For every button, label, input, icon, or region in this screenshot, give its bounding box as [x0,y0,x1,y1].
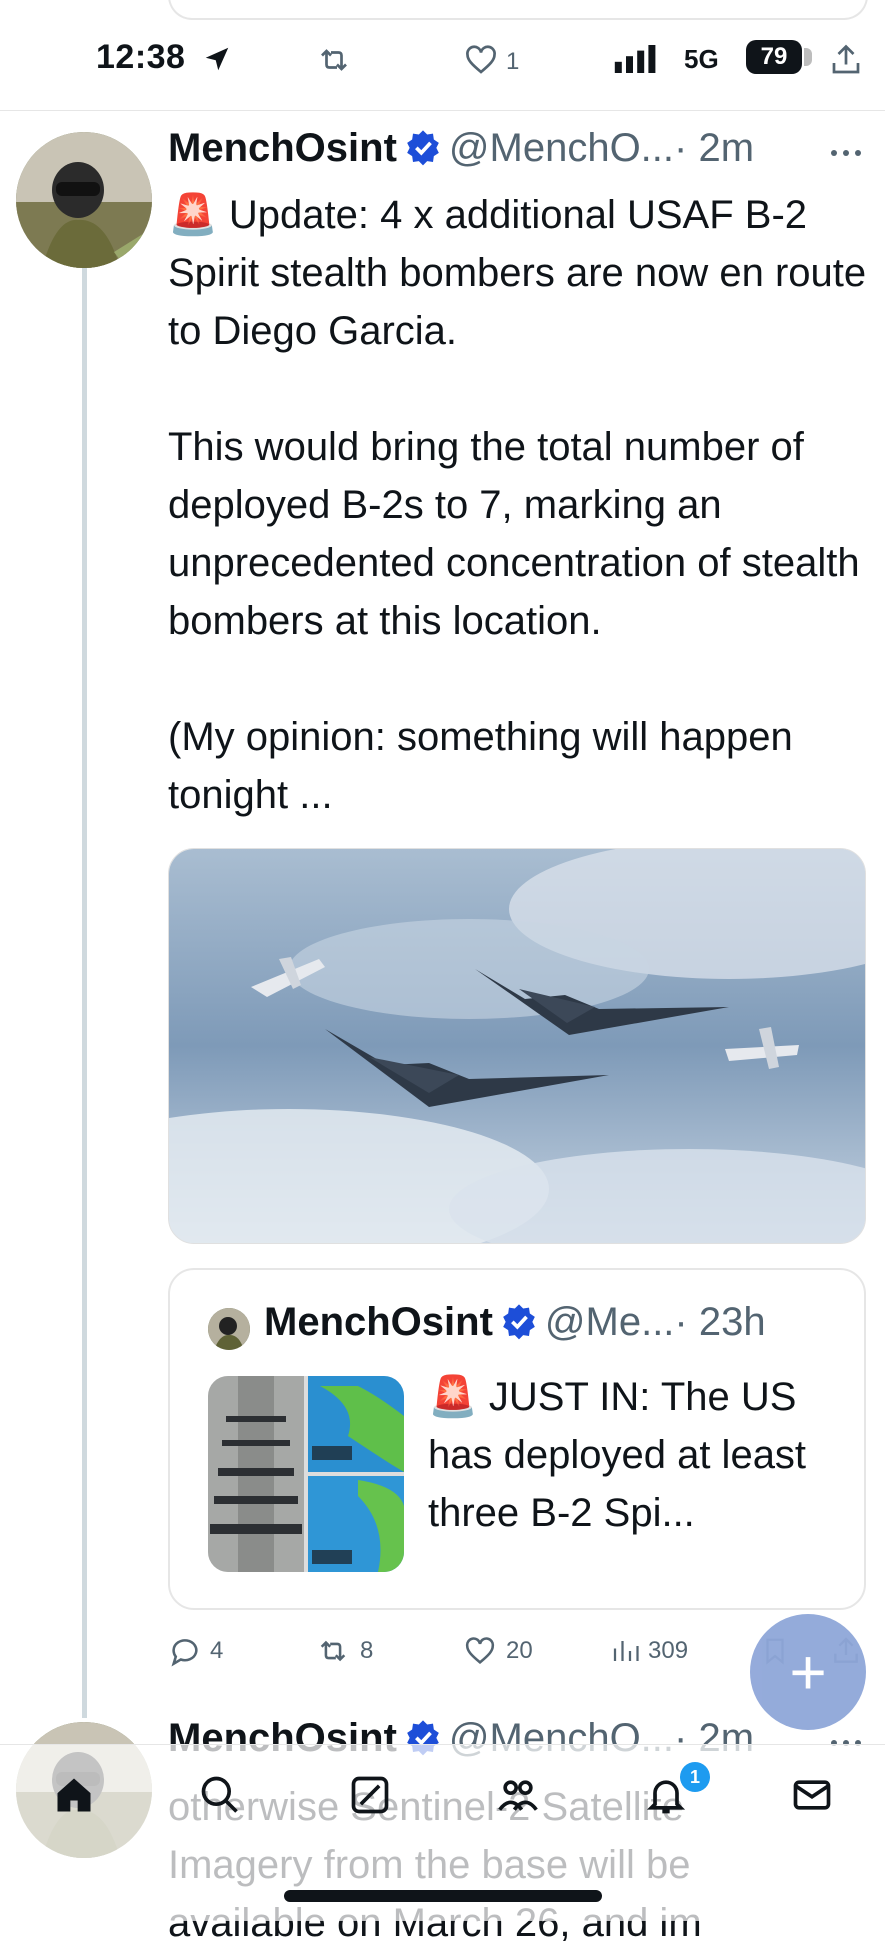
reply-count: 4 [210,1637,224,1664]
messages-envelope-icon[interactable] [790,1773,834,1817]
views-chart-icon [613,1641,639,1661]
pilot-avatar-image [208,1308,250,1350]
reply-button[interactable]: 4 [168,1634,223,1668]
like-icon[interactable] [462,42,500,78]
more-options-icon[interactable] [830,146,862,160]
home-indicator [284,1890,602,1902]
tweet-text: 🚨 Update: 4 x additional USAF B-2 Spirit… [168,193,867,817]
share-icon[interactable] [828,42,864,78]
notification-badge: 1 [680,1762,710,1792]
tweet-header: MenchOsint @MenchO...· 2m [168,126,754,171]
network-type: 5G [684,44,719,74]
b2-bombers-photo [169,849,865,1243]
like-button[interactable]: 20 [462,1634,533,1668]
status-bar: 12:38 1 5G 79 [0,0,885,111]
grok-compose-icon[interactable] [348,1773,392,1817]
verified-badge-icon [503,1304,535,1340]
runway-and-map-collage [208,1376,404,1572]
clock: 12:38 [96,38,186,76]
retweet-count: 8 [360,1637,374,1664]
compose-button[interactable]: + [750,1614,866,1730]
avatar[interactable] [16,132,152,268]
quoted-tweet-header: MenchOsint @Me...· 23h [264,1300,766,1345]
tweet-image[interactable] [168,848,866,1244]
battery-level: 79 [746,40,802,74]
like-count: 20 [506,1637,533,1664]
location-arrow-icon [205,47,229,71]
like-icon [465,1637,495,1664]
tweet-time: · 2m [674,126,755,170]
view-count: 309 [648,1637,689,1664]
quoted-tweet[interactable]: MenchOsint @Me...· 23h 🚨 JUST IN: The US … [168,1268,866,1610]
like-count: 1 [506,48,520,75]
quoted-tweet-time: · 23h [674,1300,766,1344]
quoted-tweet-thumbnail [208,1376,404,1572]
verified-badge-icon [407,130,439,166]
plus-icon: + [789,1636,827,1708]
signal-icon [614,45,656,73]
thread-connector-line [82,268,87,1718]
quoted-avatar [208,1308,250,1350]
retweet-button[interactable]: 8 [314,1634,373,1668]
retweet-icon [320,1640,346,1662]
home-icon[interactable] [52,1773,96,1817]
search-icon[interactable] [198,1773,242,1817]
reply-icon [171,1639,198,1667]
author-handle[interactable]: @MenchO... [449,126,674,170]
pilot-avatar-image [16,132,152,268]
battery-tip [804,48,812,66]
quoted-author-handle: @Me... [544,1300,675,1344]
author-name[interactable]: MenchOsint [168,126,397,170]
retweet-icon[interactable] [314,42,354,78]
quoted-tweet-text: 🚨 JUST IN: The US has deployed at least … [428,1375,807,1535]
views-button[interactable]: 309 [610,1634,688,1668]
communities-icon[interactable] [496,1773,540,1817]
quoted-author-name: MenchOsint [264,1300,493,1344]
